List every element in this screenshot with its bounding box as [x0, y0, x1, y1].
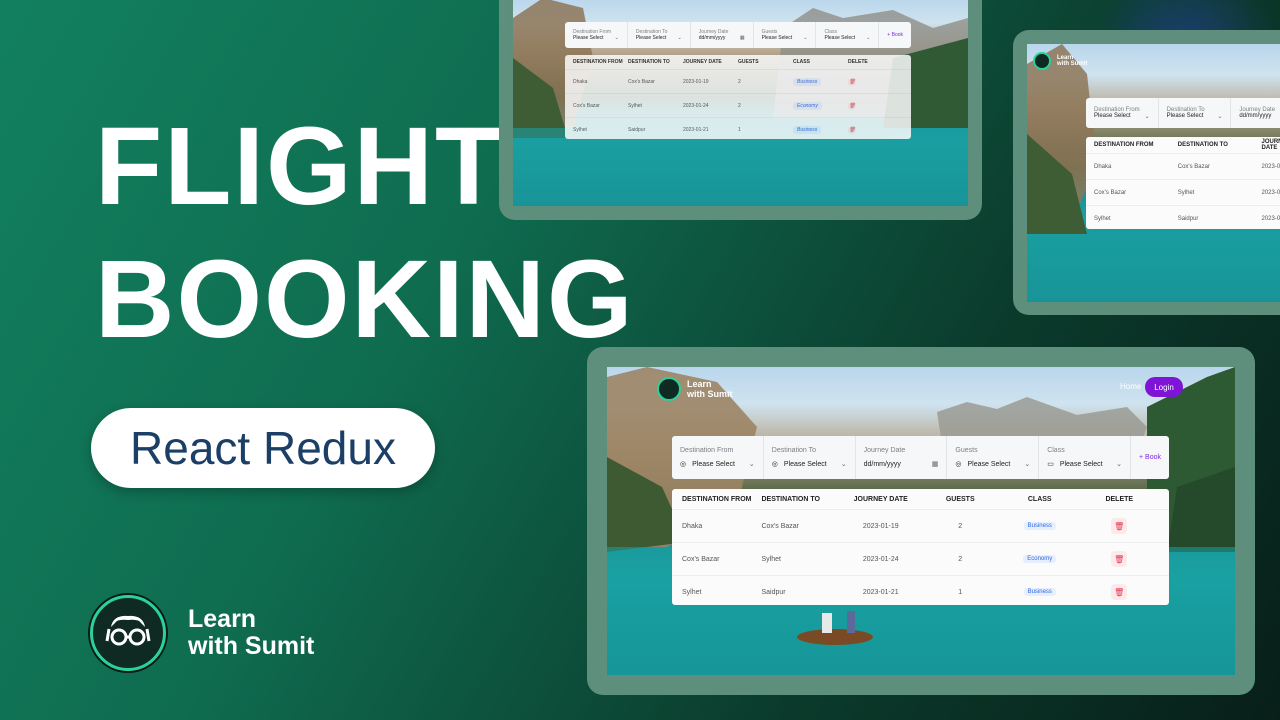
- book-button[interactable]: + Book: [1131, 436, 1169, 479]
- app-screen-main: Learn with Sumit Home Login Destination F…: [607, 367, 1235, 675]
- nav-home-link[interactable]: Home: [1120, 382, 1141, 391]
- brand-avatar-icon: [1033, 52, 1051, 70]
- delete-icon[interactable]: 🗑: [848, 77, 856, 86]
- bookings-table: DESTINATION FROMDESTINATION TOJOURNEY DA…: [565, 55, 911, 139]
- journey-date-field[interactable]: Journey Date dd/mm/yyyy ▦: [856, 436, 948, 479]
- location-icon: ◎: [680, 461, 687, 468]
- class-badge: Business: [1023, 588, 1056, 596]
- destination-to-field[interactable]: Destination To Please Select ⌄: [628, 22, 691, 48]
- table-row: Dhaka Cox's Bazar 2023-01-19 2 Business 🗑: [565, 70, 911, 94]
- screenshot-frame-main: Learn with Sumit Home Login Destination F…: [587, 347, 1255, 695]
- trash-icon[interactable]: 🗑: [1111, 518, 1128, 534]
- brand-line2: with Sumit: [188, 632, 315, 660]
- booking-form: Destination From Please Select ⌄ Destinati…: [1086, 98, 1280, 128]
- destination-from-field[interactable]: Destination From ◎ Please Select ⌄: [672, 436, 764, 479]
- destination-to-field[interactable]: Destination To Please Select ⌄: [1159, 98, 1232, 128]
- class-badge: Business: [1023, 522, 1056, 530]
- table-row: Dhaka Cox's Bazar 2023-01-19 2 Business 🗑: [672, 510, 1169, 543]
- login-button[interactable]: Login: [1145, 377, 1183, 397]
- brand-avatar-icon: [657, 377, 681, 401]
- journey-date-field[interactable]: Journey Date dd/mm/yyyy ▦: [691, 22, 754, 48]
- tech-tag-pill: React Redux: [91, 408, 435, 488]
- table-row: SylhetSaidpur2023-01-21: [1094, 215, 1280, 222]
- brand-avatar-icon: [90, 595, 166, 671]
- app-nav-logo[interactable]: Learn with Sumit: [1033, 52, 1087, 70]
- ticket-icon: ▭: [1047, 461, 1054, 468]
- table-header: DESTINATION FROM DESTINATION TO JOURNEY DA…: [672, 489, 1169, 510]
- app-screen-right: Learn with Sumit Destination From Please S…: [1027, 44, 1280, 302]
- table-row: Sylhet Saidpur 2023-01-21 1 Business 🗑: [573, 125, 856, 134]
- screenshot-frame-top: Destination From Please Select ⌄ Destinati…: [499, 0, 982, 220]
- table-row: Sylhet Saidpur 2023-01-21 1 Business 🗑: [672, 576, 1169, 608]
- trash-icon[interactable]: 🗑: [1111, 551, 1128, 567]
- calendar-icon: ▦: [931, 461, 939, 468]
- class-field[interactable]: Class ▭ Please Select ⌄: [1039, 436, 1131, 479]
- guests-field[interactable]: Guests Please Select ⌄: [754, 22, 817, 48]
- journey-date-field[interactable]: Journey Date dd/mm/yyyy: [1231, 98, 1280, 128]
- app-screen-top: Destination From Please Select ⌄ Destinati…: [513, 0, 968, 206]
- chevron-down-icon: ⌄: [748, 461, 755, 468]
- destination-from-field[interactable]: Destination From Please Select ⌄: [565, 22, 628, 48]
- screenshot-frame-right: Learn with Sumit Destination From Please S…: [1013, 30, 1280, 315]
- brand-logo: Learn with Sumit: [90, 595, 314, 671]
- table-row: Cox's Bazar Sylhet 2023-01-24 2 Economy 🗑: [672, 543, 1169, 576]
- bookings-table: DESTINATION FROMDESTINATION TOJOURNEY DA…: [672, 489, 1169, 605]
- table-row: Cox's BazarSylhet2023-01-24: [1086, 180, 1280, 206]
- app-nav-logo[interactable]: Learn with Sumit: [657, 377, 733, 401]
- user-icon: ◎: [955, 461, 962, 468]
- guests-field[interactable]: Guests ◎ Please Select ⌄: [947, 436, 1040, 479]
- hero-title-line1: FLIGHT: [95, 105, 505, 228]
- delete-icon[interactable]: 🗑: [848, 101, 856, 110]
- chevron-down-icon: ⌄: [1116, 461, 1122, 468]
- hero-title-line2: BOOKING: [95, 238, 635, 361]
- tech-tag-label: React Redux: [130, 422, 396, 474]
- delete-icon[interactable]: 🗑: [848, 125, 856, 134]
- book-button[interactable]: + Book: [879, 22, 911, 48]
- class-field[interactable]: Class Please Select ⌄: [816, 22, 880, 48]
- table-row: Cox's Bazar Sylhet 2023-01-24 2 Economy 🗑: [565, 94, 911, 118]
- bookings-table: DESTINATION FROMDESTINATION TOJOURNEY DA…: [1086, 137, 1280, 229]
- destination-to-field[interactable]: Destination To ◎ Please Select ⌄: [764, 436, 856, 479]
- trash-icon[interactable]: 🗑: [1111, 584, 1128, 600]
- plus-icon: +: [1138, 454, 1144, 461]
- chevron-down-icon: ⌄: [840, 461, 847, 468]
- destination-from-field[interactable]: Destination From Please Select ⌄: [1086, 98, 1159, 128]
- booking-form: Destination From ◎ Please Select ⌄ Destinat…: [672, 436, 1169, 479]
- brand-line1: Learn: [188, 604, 257, 633]
- table-row: DhakaCox's Bazar2023-01-19: [1086, 154, 1280, 180]
- location-icon: ◎: [771, 461, 778, 468]
- chevron-down-icon: ⌄: [1024, 461, 1031, 468]
- booking-form: Destination From Please Select ⌄ Destinati…: [565, 22, 911, 48]
- class-badge: Economy: [1023, 555, 1057, 563]
